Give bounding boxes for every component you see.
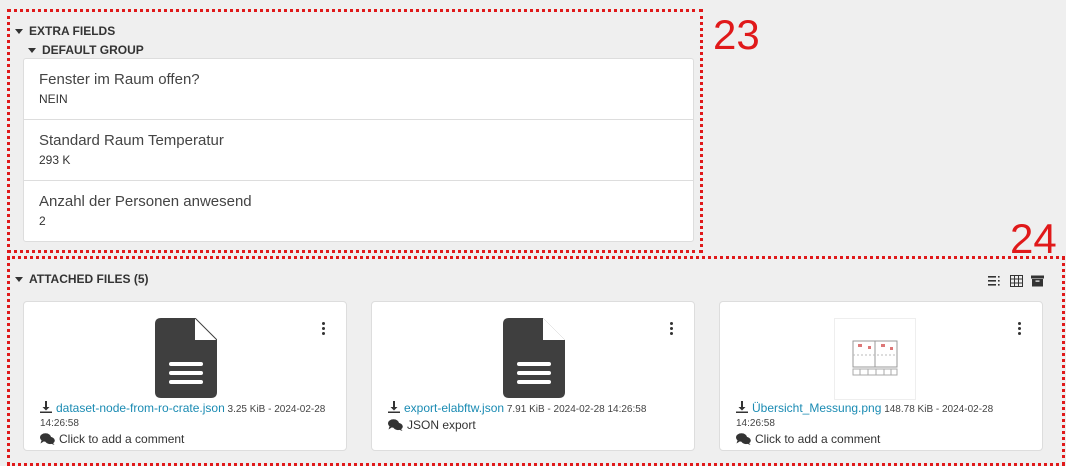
extra-field-row: Standard Raum Temperatur 293 K: [24, 120, 693, 181]
comment-text: Click to add a comment: [59, 432, 185, 446]
file-actions-menu[interactable]: [322, 322, 326, 335]
image-thumbnail[interactable]: [834, 318, 916, 400]
floor-plan-image: [852, 340, 898, 376]
comments-icon: [40, 433, 55, 445]
default-group-toggle[interactable]: DEFAULT GROUP: [28, 43, 144, 57]
download-icon[interactable]: [388, 401, 400, 413]
field-value: 2: [39, 214, 46, 228]
caret-down-icon: [28, 47, 36, 53]
file-actions-menu[interactable]: [670, 322, 674, 335]
file-info: dataset-node-from-ro-crate.json 3.25 KiB…: [40, 401, 334, 446]
comments-icon: [736, 433, 751, 445]
extra-field-row: Fenster im Raum offen? NEIN: [24, 59, 693, 120]
file-comment[interactable]: Click to add a comment: [736, 432, 1030, 446]
comment-text: JSON export: [407, 418, 476, 432]
extra-fields-toggle[interactable]: EXTRA FIELDS: [15, 24, 115, 38]
file-actions-menu[interactable]: [1018, 322, 1022, 335]
field-name: Fenster im Raum offen?: [39, 71, 200, 88]
extra-fields-list: Fenster im Raum offen? NEIN Standard Rau…: [23, 58, 694, 242]
extra-fields-title: EXTRA FIELDS: [29, 24, 116, 38]
file-comment[interactable]: Click to add a comment: [40, 432, 334, 446]
file-name-link[interactable]: export-elabftw.json: [404, 401, 504, 415]
file-name-link[interactable]: dataset-node-from-ro-crate.json: [56, 401, 225, 415]
file-lines-icon: [503, 318, 565, 398]
grid-view-icon[interactable]: [1010, 275, 1023, 287]
annotation-label-23: 23: [713, 11, 760, 58]
annotation-label-24: 24: [1010, 215, 1057, 262]
caret-down-icon: [15, 28, 23, 34]
field-value: 293 K: [39, 153, 71, 167]
caret-down-icon: [15, 276, 23, 282]
extra-field-row: Anzahl der Personen anwesend 2: [24, 181, 693, 242]
file-card: export-elabftw.json 7.91 KiB - 2024-02-2…: [371, 301, 695, 451]
file-card: Übersicht_Messung.png 148.78 KiB - 2024-…: [719, 301, 1043, 451]
field-name: Standard Raum Temperatur: [39, 132, 224, 149]
download-icon[interactable]: [40, 401, 52, 413]
list-view-icon[interactable]: [988, 275, 1002, 287]
file-card: dataset-node-from-ro-crate.json 3.25 KiB…: [23, 301, 347, 451]
archive-icon[interactable]: [1031, 275, 1044, 287]
download-icon[interactable]: [736, 401, 748, 413]
file-comment[interactable]: JSON export: [388, 418, 682, 432]
field-name: Anzahl der Personen anwesend: [39, 193, 252, 210]
attached-files-title: ATTACHED FILES (5): [29, 272, 149, 286]
file-info: export-elabftw.json 7.91 KiB - 2024-02-2…: [388, 401, 682, 432]
file-lines-icon: [155, 318, 217, 398]
file-name-link[interactable]: Übersicht_Messung.png: [752, 401, 881, 415]
comments-icon: [388, 419, 403, 431]
attached-files-toggle[interactable]: ATTACHED FILES (5): [15, 272, 149, 286]
view-mode-toolbar: [988, 275, 1044, 287]
comment-text: Click to add a comment: [755, 432, 881, 446]
file-info: Übersicht_Messung.png 148.78 KiB - 2024-…: [736, 401, 1030, 446]
field-value: NEIN: [39, 92, 68, 106]
file-meta: 7.91 KiB - 2024-02-28 14:26:58: [506, 404, 647, 415]
default-group-title: DEFAULT GROUP: [42, 43, 144, 57]
